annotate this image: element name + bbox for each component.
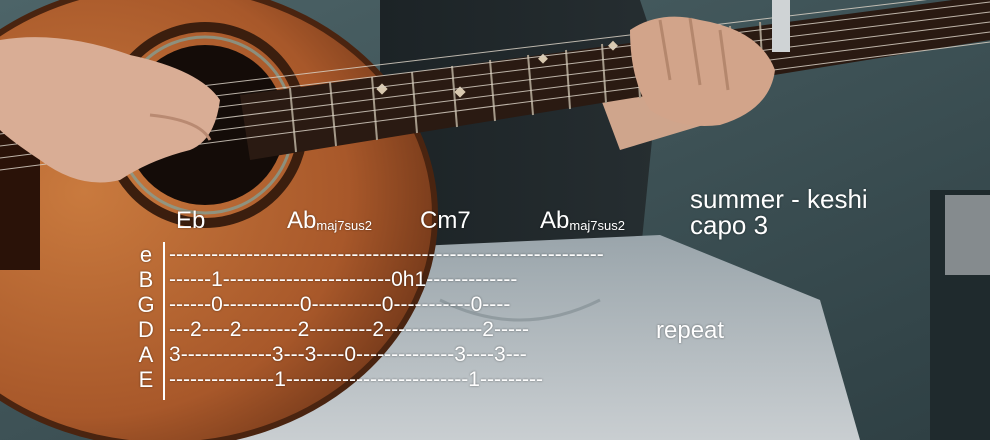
tab-line: ---2----2--------2---------2------------… [169,318,530,341]
tab-line: ----------------------------------------… [169,243,604,266]
song-title: summer - keshi [690,184,868,214]
video-frame: summer - keshi capo 3 Eb Abmaj7sus2 Cm7 … [0,0,990,440]
string-name: e [139,242,153,267]
tab-line: ------0-----------0----------0----------… [169,293,511,316]
chord-name: Cm7 [420,207,471,234]
string-name: B [138,267,154,292]
string-name: A [138,342,154,367]
string-name: E [138,367,154,392]
string-name: G [137,292,155,317]
chord-name: Abmaj7sus2 [287,207,372,234]
tab-start-bar [163,242,165,400]
repeat-label: repeat [656,317,725,344]
string-name: D [138,317,154,342]
chord-name: Abmaj7sus2 [540,207,625,234]
tab-line: 3-------------3---3----0--------------3-… [169,343,527,366]
tab-line: ------1------------------------0h1------… [169,268,518,291]
capo-label: capo 3 [690,210,769,240]
chord-name: Eb [176,207,206,234]
tab-line: ---------------1------------------------… [169,368,544,391]
